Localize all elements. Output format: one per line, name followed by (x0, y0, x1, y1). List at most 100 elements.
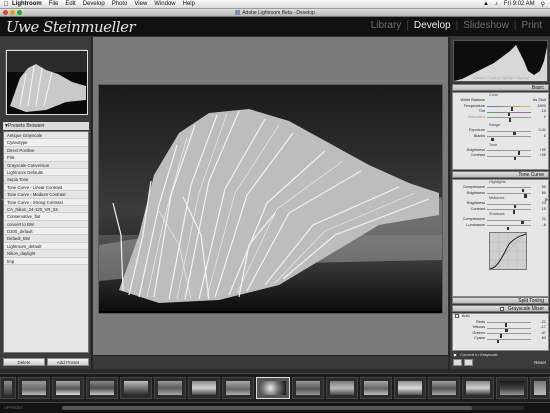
grayscale-enable-checkbox[interactable] (500, 306, 505, 311)
minimize-window-icon[interactable] (10, 10, 15, 15)
preset-item[interactable]: Antique Grayscale (4, 132, 88, 140)
highlight-compression-slider[interactable] (487, 187, 531, 192)
filmstrip-thumbnail[interactable] (18, 377, 50, 399)
convert-to-grayscale-checkbox[interactable] (453, 352, 457, 357)
yellows-slider[interactable] (487, 327, 531, 333)
preset-item[interactable]: Cyanotype (4, 139, 88, 147)
preset-item[interactable]: Tone Curve - Linear Contrast (4, 183, 88, 192)
filmstrip-thumbnail[interactable] (188, 377, 220, 399)
filmstrip-thumbnail-selected[interactable] (256, 377, 290, 399)
preset-item[interactable]: Grayscale Conversion (4, 162, 88, 169)
slider-thumb[interactable] (491, 137, 494, 141)
tint-slider[interactable] (487, 111, 531, 117)
module-library[interactable]: Library (371, 20, 402, 31)
cyans-value[interactable]: -63 (532, 336, 547, 342)
module-print[interactable]: Print (521, 20, 542, 31)
filmstrip-thumbnail[interactable] (86, 377, 118, 399)
presets-browser-header[interactable]: ▼ Presets Browser (3, 122, 89, 130)
preset-item[interactable]: tmp (4, 257, 88, 266)
split-toning-section-header[interactable]: Split Toning (452, 297, 549, 304)
filmstrip-thumbnail[interactable] (292, 377, 324, 399)
slider-thumb[interactable] (512, 210, 515, 214)
filmstrip-scrollbar[interactable] (62, 406, 524, 410)
filmstrip-thumbnail[interactable] (222, 377, 254, 399)
preset-item[interactable]: Direct Positive (4, 147, 88, 155)
add-preset-button[interactable]: Add Preset (47, 358, 89, 366)
blacks-slider[interactable] (487, 136, 531, 141)
menu-help[interactable]: Help (183, 1, 195, 7)
histogram[interactable]: Shadow Clipping Highlight Clipping (453, 40, 548, 82)
grayscale-mixer-section-header[interactable]: Grayscale Mixer (452, 305, 549, 312)
preset-item[interactable]: Nikon_daylight (4, 250, 88, 258)
brightness-slider[interactable] (487, 149, 531, 155)
preset-item[interactable]: Sepia Tone (4, 176, 88, 184)
saturation-slider[interactable] (487, 117, 531, 122)
reds-slider[interactable] (487, 321, 531, 327)
basic-section-header[interactable]: Basic (452, 84, 549, 91)
slider-thumb[interactable] (514, 156, 517, 161)
volume-icon[interactable]: ♪ (495, 1, 498, 8)
menu-develop[interactable]: Develop (83, 1, 105, 7)
filmstrip-thumbnail[interactable] (120, 377, 152, 399)
slider-thumb[interactable] (524, 194, 527, 198)
menu-app-name[interactable]: Lightroom (12, 1, 42, 7)
filmstrip-thumbnail[interactable] (428, 377, 460, 399)
highlight-brightness-slider[interactable] (487, 192, 531, 198)
filmstrip-thumbnail[interactable] (496, 377, 528, 399)
filmstrip-scroll-knob[interactable] (62, 406, 472, 410)
compare-button[interactable] (464, 359, 473, 366)
preset-item[interactable]: Tone Curve - Strong Contrast (4, 198, 88, 206)
before-after-button[interactable] (453, 359, 462, 366)
slider-thumb[interactable] (509, 118, 512, 122)
preset-item[interactable]: Lightroom Defaults (4, 168, 88, 177)
filmstrip-thumbnail[interactable] (0, 377, 16, 399)
filmstrip-thumbnail[interactable] (530, 377, 550, 399)
reset-button[interactable]: Reset (534, 360, 546, 365)
module-develop[interactable]: Develop (414, 20, 451, 31)
midtone-brightness-slider[interactable] (487, 203, 531, 209)
close-window-icon[interactable] (3, 10, 8, 15)
module-slideshow[interactable]: Slideshow (463, 20, 509, 31)
menu-view[interactable]: View (134, 1, 147, 7)
menu-file[interactable]: File (49, 1, 59, 7)
preset-item[interactable]: Conservative_flat (4, 213, 88, 221)
menu-photo[interactable]: Photo (112, 1, 128, 7)
preset-item[interactable]: CA_Nikon_24-120_VR_03 (4, 206, 88, 214)
preset-item[interactable]: Flat (4, 154, 88, 162)
shadow-compression-slider[interactable] (487, 219, 531, 225)
preset-item[interactable]: Tone Curve - Medium Contrast (4, 191, 88, 199)
contrast-slider[interactable] (487, 155, 531, 161)
midtone-contrast-value[interactable]: 15 (532, 207, 546, 213)
contrast-value[interactable]: +25 (532, 153, 546, 159)
collapse-right-panel-icon[interactable]: ▶ (545, 197, 549, 203)
saturation-value[interactable]: 0 (532, 115, 546, 121)
cyans-slider[interactable] (487, 338, 531, 344)
filmstrip-thumbnail[interactable] (394, 377, 426, 399)
menu-window[interactable]: Window (154, 1, 175, 7)
exposure-slider[interactable] (487, 130, 531, 136)
filmstrip-thumbnail[interactable] (360, 377, 392, 399)
midtone-contrast-slider[interactable] (487, 209, 531, 214)
filmstrip-thumbnail[interactable] (154, 377, 186, 399)
spotlight-icon[interactable]: ⚲ (541, 1, 545, 8)
preset-item[interactable]: D200_default (4, 228, 88, 236)
filmstrip-thumbnail[interactable] (326, 377, 358, 399)
tone-curve-graph[interactable] (489, 231, 527, 270)
apple-menu-icon[interactable]:  (0, 1, 12, 8)
temperature-slider[interactable] (487, 105, 531, 111)
filmstrip-thumbnail[interactable] (52, 377, 84, 399)
main-photo[interactable] (98, 84, 443, 314)
zoom-window-icon[interactable] (17, 10, 22, 15)
delete-preset-button[interactable]: Delete (3, 358, 45, 366)
preset-item[interactable]: convert to BW (4, 221, 88, 229)
slider-thumb[interactable] (496, 339, 499, 344)
highlight-brightness-value[interactable]: 60 (532, 191, 546, 197)
tone-curve-section-header[interactable]: Tone Curve (452, 171, 549, 178)
navigator-preview[interactable] (5, 49, 88, 115)
menu-edit[interactable]: Edit (65, 1, 75, 7)
preset-item[interactable]: Default_BW (4, 235, 88, 243)
greens-slider[interactable] (487, 333, 531, 338)
blacks-value[interactable]: 5 (532, 134, 546, 140)
auto-checkbox[interactable] (455, 314, 459, 318)
menubar-clock[interactable]: Fri 9:02 AM (504, 1, 535, 8)
